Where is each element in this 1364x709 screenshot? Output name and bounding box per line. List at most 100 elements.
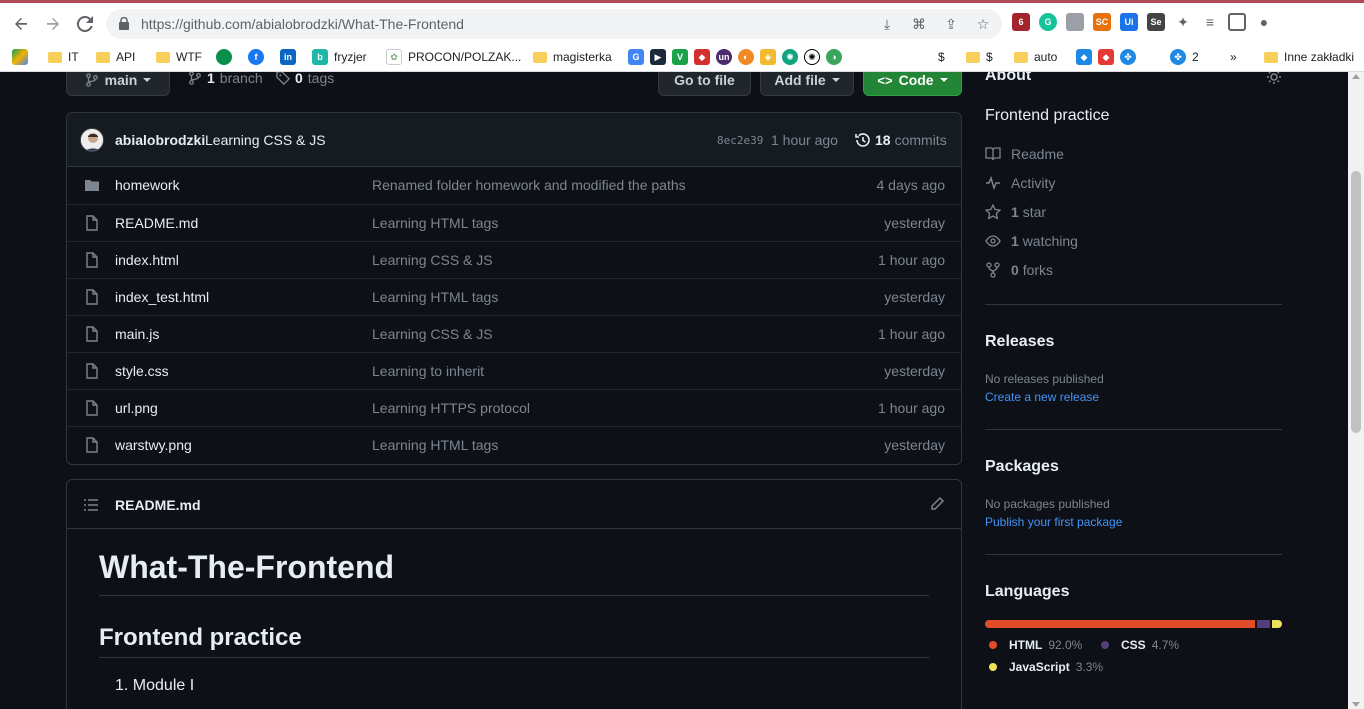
file-row[interactable]: index_test.html Learning HTML tags yeste… (67, 278, 961, 315)
avatar[interactable] (80, 128, 104, 152)
side-panel-icon[interactable] (1228, 13, 1246, 31)
bookmark-other[interactable]: Inne zakładki (1264, 48, 1354, 66)
puzzle-extensions-icon[interactable]: ✦ (1174, 13, 1192, 31)
watchers-link[interactable]: 1 watching (985, 233, 1078, 249)
file-commit-message[interactable]: Learning HTML tags (372, 437, 498, 453)
translate-icon[interactable]: ⌘ (908, 14, 930, 34)
openai-icon[interactable]: ✺ (804, 49, 820, 65)
bookmark-auto[interactable]: auto (1014, 48, 1057, 66)
profile-icon[interactable]: ● (1255, 13, 1273, 31)
file-row[interactable]: index.html Learning CSS & JS 1 hour ago (67, 241, 961, 278)
file-name[interactable]: homework (115, 177, 180, 193)
file-name[interactable]: url.png (115, 400, 158, 416)
file-commit-message[interactable]: Learning to inherit (372, 363, 484, 379)
install-app-icon[interactable]: ⤓ (876, 14, 898, 34)
ui-extension-icon[interactable]: Ui (1120, 13, 1138, 31)
share-icon[interactable]: ⇪ (940, 14, 962, 34)
file-commit-message[interactable]: Learning HTML tags (372, 289, 498, 305)
bookmark-cloud[interactable] (216, 48, 232, 66)
sc-extension-icon[interactable]: SC (1093, 13, 1111, 31)
forward-button[interactable] (40, 11, 66, 37)
un-app-icon[interactable]: un (716, 49, 732, 65)
readme-link[interactable]: Readme (985, 146, 1064, 162)
code-button[interactable]: <> Code (863, 72, 962, 96)
file-name[interactable]: README.md (115, 215, 198, 231)
add-file-button[interactable]: Add file (760, 72, 854, 96)
language-css[interactable]: CSS 4.7% (1101, 638, 1179, 652)
releases-title[interactable]: Releases (985, 333, 1054, 351)
file-name[interactable]: index_test.html (115, 289, 209, 305)
bookmark-dollar-1[interactable]: $ (938, 48, 945, 66)
file-name[interactable]: main.js (115, 326, 159, 342)
file-commit-message[interactable]: Renamed folder homework and modified the… (372, 177, 686, 193)
file-commit-message[interactable]: Learning HTTPS protocol (372, 400, 530, 416)
red-app-icon[interactable]: ◆ (694, 49, 710, 65)
file-row[interactable]: style.css Learning to inherit yesterday (67, 352, 961, 389)
bookmark-procon[interactable]: ✿ PROCON/POLZAK... (386, 48, 521, 66)
play-icon[interactable]: ▶ (650, 49, 666, 65)
scroll-up-arrow-icon[interactable] (1352, 74, 1360, 79)
bookmark-app-2[interactable]: ✤ 2 (1170, 48, 1199, 66)
file-name[interactable]: warstwy.png (115, 437, 192, 453)
file-commit-message[interactable]: Learning CSS & JS (372, 252, 493, 268)
bookmark-api[interactable]: API (96, 48, 135, 66)
bookmark-fryzjer[interactable]: b fryzjer (312, 48, 367, 66)
branch-select-button[interactable]: main (66, 72, 170, 96)
file-name[interactable]: style.css (115, 363, 169, 379)
orange-app-icon[interactable]: ◐ (738, 49, 754, 65)
grammarly-extension-icon[interactable]: G (1039, 13, 1057, 31)
reload-button[interactable] (72, 11, 98, 37)
red-stack-icon[interactable]: ◆ (1098, 49, 1114, 65)
file-row[interactable]: README.md Learning HTML tags yesterday (67, 204, 961, 241)
commit-author[interactable]: abialobrodzki (115, 132, 205, 148)
chatgpt-icon[interactable]: ✺ (782, 49, 798, 65)
go-to-file-button[interactable]: Go to file (658, 72, 751, 96)
bookmark-wtf[interactable]: WTF (156, 48, 202, 66)
readme-filename[interactable]: README.md (115, 497, 201, 513)
language-javascript[interactable]: JavaScript 3.3% (989, 660, 1103, 674)
v-app-icon[interactable]: V (672, 49, 688, 65)
green-app-icon[interactable]: ◑ (826, 49, 842, 65)
bookmarks-overflow[interactable]: » (1230, 48, 1237, 66)
scrollbar-thumb[interactable] (1351, 171, 1361, 433)
pencil-icon[interactable] (929, 496, 945, 512)
bookmark-star-icon[interactable]: ☆ (972, 14, 994, 34)
commit-message[interactable]: Learning CSS & JS (205, 132, 326, 148)
bookmark-magisterka[interactable]: magisterka (533, 48, 612, 66)
back-button[interactable] (8, 11, 34, 37)
scroll-down-arrow-icon[interactable] (1352, 702, 1360, 707)
file-row[interactable]: warstwy.png Learning HTML tags yesterday (67, 426, 961, 463)
bookmark-linkedin[interactable]: in (280, 48, 296, 66)
bookmark-dollar-2[interactable]: $ (966, 48, 993, 66)
file-row[interactable]: main.js Learning CSS & JS 1 hour ago (67, 315, 961, 352)
media-control-icon[interactable]: ≡ (1201, 13, 1219, 31)
ublock-extension-icon[interactable]: 6 (1012, 13, 1030, 31)
table-of-contents-icon[interactable] (83, 497, 99, 513)
file-row[interactable]: homework Renamed folder homework and mod… (67, 167, 961, 204)
address-bar[interactable]: https://github.com/abialobrodzki/What-Th… (106, 9, 1002, 39)
blue-app-icon[interactable]: ◆ (1076, 49, 1092, 65)
bookmark-it[interactable]: IT (48, 48, 79, 66)
file-name[interactable]: index.html (115, 252, 179, 268)
tags-link[interactable]: 0 tags (276, 72, 334, 86)
file-commit-message[interactable]: Learning HTML tags (372, 215, 498, 231)
binance-icon[interactable]: ◈ (760, 49, 776, 65)
branches-link[interactable]: 1 branch (188, 72, 263, 86)
stars-link[interactable]: 1 star (985, 204, 1046, 220)
forks-link[interactable]: 0 forks (985, 262, 1053, 278)
publish-package-link[interactable]: Publish your first package (985, 515, 1122, 529)
language-html[interactable]: HTML 92.0% (989, 638, 1082, 652)
gear-icon[interactable] (1266, 72, 1282, 85)
file-row[interactable]: url.png Learning HTTPS protocol 1 hour a… (67, 389, 961, 426)
page-scrollbar[interactable] (1348, 72, 1364, 709)
packages-title[interactable]: Packages (985, 458, 1059, 476)
commit-sha[interactable]: 8ec2e39 (717, 134, 763, 147)
activity-link[interactable]: Activity (985, 175, 1055, 191)
file-commit-message[interactable]: Learning CSS & JS (372, 326, 493, 342)
dots-app-icon[interactable]: ✤ (1120, 49, 1136, 65)
shield-extension-icon[interactable] (1066, 13, 1084, 31)
create-release-link[interactable]: Create a new release (985, 390, 1099, 404)
bookmark-drive[interactable] (12, 48, 28, 66)
bookmark-facebook[interactable]: f (248, 48, 264, 66)
commits-link[interactable]: 18 commits (855, 132, 947, 148)
